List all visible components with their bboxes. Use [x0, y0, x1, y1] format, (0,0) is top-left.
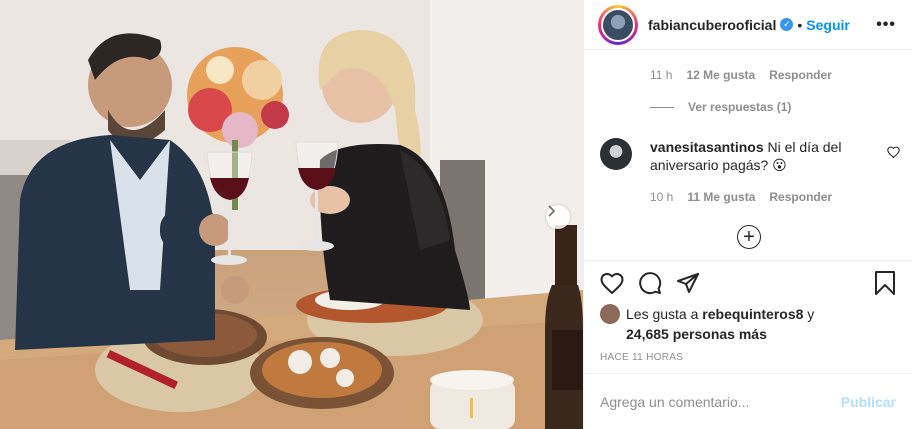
- heart-small-icon[interactable]: [887, 146, 900, 158]
- comment-likes[interactable]: 12 Me gusta: [686, 68, 755, 82]
- comment-input[interactable]: [600, 393, 841, 410]
- share-icon[interactable]: [676, 271, 700, 295]
- likes-text: Les gusta a rebequinteros8 y 24,685 pers…: [626, 304, 814, 344]
- heart-icon[interactable]: [600, 272, 624, 294]
- chevron-right-icon: [548, 205, 556, 217]
- comments-section: 11 h 12 Me gusta Responder Ver respuesta…: [584, 50, 912, 260]
- likes-summary: Les gusta a rebequinteros8 y 24,685 pers…: [584, 304, 912, 344]
- replies-line: [650, 106, 674, 108]
- comment-time: 10 h: [650, 190, 674, 204]
- more-options-button[interactable]: •••: [876, 16, 896, 34]
- view-replies-label: Ver respuestas (1): [688, 100, 792, 114]
- instagram-post: fabiancuberooficial ✓ • Seguir ••• 11 h …: [0, 0, 912, 429]
- next-photo-button[interactable]: [546, 205, 570, 229]
- add-comment-bar: Publicar: [584, 373, 912, 429]
- publish-button[interactable]: Publicar: [841, 394, 896, 410]
- post-header: fabiancuberooficial ✓ • Seguir •••: [584, 0, 912, 50]
- prev-comment-meta: 11 h 12 Me gusta Responder: [650, 68, 832, 82]
- comment-item: vanesitasantinos Ni el día del aniversar…: [600, 138, 900, 174]
- author-avatar[interactable]: [598, 4, 638, 45]
- verified-icon: ✓: [780, 18, 794, 31]
- likes-prefix: Les gusta a: [626, 306, 703, 322]
- reply-button[interactable]: Responder: [769, 190, 832, 204]
- likes-middle: y: [803, 306, 815, 322]
- view-replies-button[interactable]: Ver respuestas (1): [650, 100, 791, 114]
- follow-button[interactable]: Seguir: [806, 17, 850, 33]
- comment-icon[interactable]: [638, 271, 662, 295]
- comment-body: vanesitasantinos Ni el día del aniversar…: [650, 138, 870, 174]
- liker-avatar[interactable]: [600, 304, 620, 324]
- load-more-label: +: [743, 226, 755, 248]
- comment-time: 11 h: [650, 68, 673, 82]
- author-username[interactable]: fabiancuberooficial: [648, 17, 776, 33]
- plus-circle-icon[interactable]: +: [737, 225, 761, 249]
- photo-scene: [0, 0, 583, 429]
- comment-likes[interactable]: 11 Me gusta: [687, 190, 755, 204]
- reply-button[interactable]: Responder: [769, 68, 832, 82]
- post-sidebar: fabiancuberooficial ✓ • Seguir ••• 11 h …: [583, 0, 912, 429]
- likes-count[interactable]: 24,685 personas más: [626, 326, 767, 342]
- comment-meta: 10 h 11 Me gusta Responder: [650, 190, 832, 204]
- commenter-avatar[interactable]: [600, 138, 632, 170]
- post-timestamp[interactable]: HACE 11 HORAS: [584, 344, 912, 363]
- liker-username[interactable]: rebequinteros8: [702, 306, 803, 322]
- separator-dot: •: [797, 16, 803, 33]
- commenter-username[interactable]: vanesitasantinos: [650, 139, 764, 155]
- action-bar: [584, 260, 912, 304]
- bookmark-icon[interactable]: [874, 270, 896, 295]
- post-photo[interactable]: [0, 0, 583, 429]
